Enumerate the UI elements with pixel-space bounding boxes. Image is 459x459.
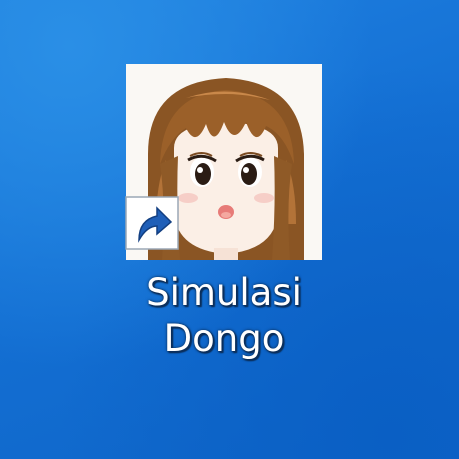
shortcut-label-line2: Dongo (163, 317, 285, 360)
desktop[interactable]: Simulasi Dongo (0, 0, 459, 459)
shortcut-label-line1: Simulasi (146, 271, 302, 314)
desktop-shortcut-simulasi-dongo[interactable]: Simulasi Dongo (112, 56, 336, 400)
shortcut-label[interactable]: Simulasi Dongo (112, 270, 336, 362)
shortcut-arrow-icon (125, 196, 179, 250)
